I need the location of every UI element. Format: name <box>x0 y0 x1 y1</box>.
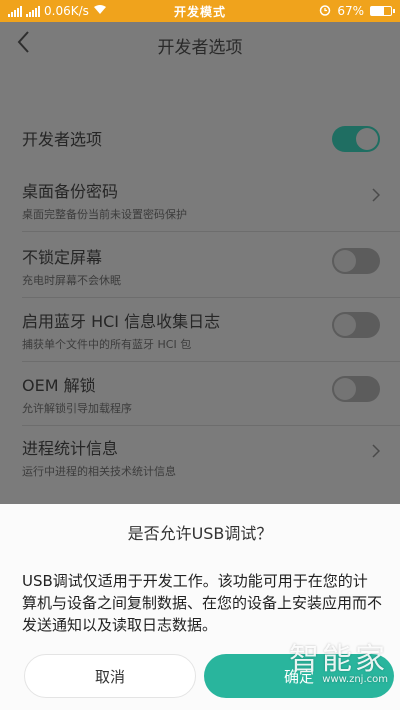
battery-percent: 67% <box>337 4 364 18</box>
watermark-text: 智能家 <box>289 642 388 677</box>
setting-desktop-backup-password[interactable]: 桌面备份密码 桌面完整备份当前未设置密码保护 <box>0 178 400 222</box>
divider <box>22 231 400 232</box>
divider <box>22 297 400 298</box>
status-right: 67% <box>252 4 395 19</box>
signal-icon <box>8 5 22 17</box>
back-arrow-icon[interactable] <box>16 30 40 60</box>
setting-subtitle: 充电时屏幕不会休眠 <box>22 274 121 287</box>
oem-unlock-toggle[interactable] <box>332 376 380 402</box>
status-bar: 0.06K/s 开发模式 67% <box>0 0 400 22</box>
setting-subtitle: 允许解锁引导加载程序 <box>22 402 132 415</box>
setting-process-stats[interactable]: 进程统计信息 运行中进程的相关技术统计信息 <box>0 435 400 479</box>
bluetooth-hci-toggle[interactable] <box>332 312 380 338</box>
setting-label: 启用蓝牙 HCI 信息收集日志 <box>22 312 221 331</box>
developer-options-toggle[interactable] <box>332 126 380 152</box>
watermark: 智能家 www.znj.com <box>289 634 388 685</box>
setting-label: OEM 解锁 <box>22 376 96 395</box>
dialog-title: 是否允许USB调试？ <box>127 524 273 543</box>
setting-subtitle: 捕获单个文件中的所有蓝牙 HCI 包 <box>22 338 192 351</box>
signal-icon-2 <box>26 5 40 17</box>
setting-label: 不锁定屏幕 <box>22 248 103 267</box>
battery-icon <box>370 6 395 16</box>
chevron-right-icon <box>372 186 381 207</box>
setting-label: 进程统计信息 <box>22 439 119 458</box>
dialog-message: USB调试仅适用于开发工作。该功能可用于在您的计算机与设备之间复制数据、在您的设… <box>22 572 383 634</box>
chevron-right-icon <box>372 442 381 463</box>
network-speed: 0.06K/s <box>44 4 89 18</box>
alarm-icon <box>319 4 331 19</box>
divider <box>22 425 400 426</box>
wifi-icon <box>93 4 107 18</box>
setting-label: 桌面备份密码 <box>22 182 119 201</box>
setting-label: 开发者选项 <box>22 130 103 149</box>
setting-subtitle: 运行中进程的相关技术统计信息 <box>22 465 176 478</box>
title-bar: 开发者选项 <box>0 22 400 68</box>
divider <box>22 361 400 362</box>
cancel-button[interactable]: 取消 <box>24 654 196 698</box>
page-title: 开发者选项 <box>157 37 243 58</box>
setting-subtitle: 桌面完整备份当前未设置密码保护 <box>22 208 187 221</box>
status-left: 0.06K/s <box>8 4 148 18</box>
stay-awake-toggle[interactable] <box>332 248 380 274</box>
status-mode: 开发模式 <box>173 4 226 19</box>
